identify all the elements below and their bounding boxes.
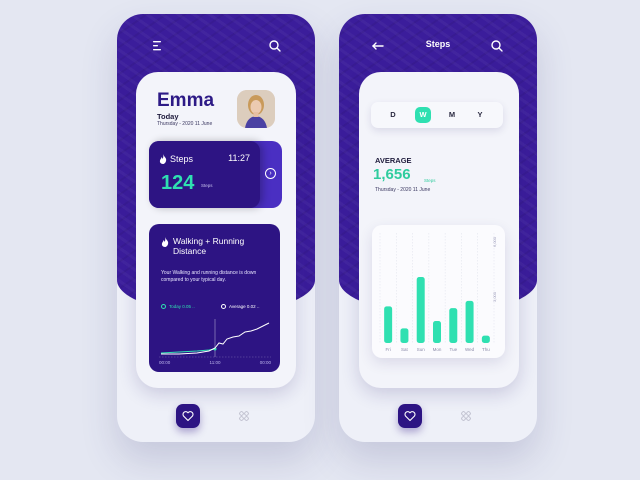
- bar-fri[interactable]: [384, 306, 393, 343]
- x-tick-label: Sat: [401, 347, 409, 352]
- avatar[interactable]: [237, 90, 275, 128]
- distance-line-chart: [159, 319, 271, 358]
- tab-month[interactable]: M: [444, 107, 460, 123]
- legend-today: Today 0.05 ..: [161, 304, 195, 309]
- today-label: Today: [157, 112, 179, 121]
- bar-thu[interactable]: [481, 335, 490, 343]
- y-tick-label: 3,000: [492, 291, 497, 302]
- legend-average: Average 0.02 ..: [221, 304, 259, 309]
- bar-wed[interactable]: [465, 300, 474, 343]
- x-tick: 00:00: [259, 360, 271, 365]
- x-tick-label: Mon: [433, 347, 442, 352]
- bar-sun[interactable]: [416, 277, 425, 343]
- tab-year[interactable]: Y: [472, 107, 488, 123]
- heart-tab-button[interactable]: [176, 404, 200, 428]
- x-tick: 11:00: [209, 360, 221, 365]
- bar-sat[interactable]: [400, 328, 409, 343]
- steps-label: Steps: [170, 154, 194, 164]
- bar-tue[interactable]: [449, 308, 458, 343]
- legend-average-label: Average 0.02 ..: [229, 304, 260, 309]
- grid-icon[interactable]: [239, 411, 249, 421]
- steps-card[interactable]: Steps 11:27 124 Steps ›: [149, 141, 282, 208]
- walk-card-title: Walking + Running Distance: [173, 236, 245, 256]
- steps-time: 11:27: [228, 153, 250, 163]
- avatar-photo: [237, 90, 275, 128]
- search-icon[interactable]: [267, 38, 283, 54]
- x-tick-label: Wed: [465, 347, 475, 352]
- average-unit: Steps: [424, 178, 436, 183]
- average-date: Thursday - 2020 11 June: [375, 187, 431, 193]
- legend-today-label: Today 0.05 ..: [169, 304, 195, 309]
- x-tick-label: Sun: [417, 347, 426, 352]
- y-tick-label: 6,000: [492, 236, 497, 247]
- heart-tab-button[interactable]: [398, 404, 422, 428]
- walking-running-card[interactable]: Walking + Running Distance Your Walking …: [149, 224, 280, 372]
- heart-icon: [404, 411, 416, 422]
- tab-week[interactable]: W: [415, 107, 431, 123]
- weekly-steps-bar-chart: 3,000 6,000 Fri Sat Sun Mon Tue Wed Thu: [379, 233, 497, 352]
- menu-icon[interactable]: [150, 38, 166, 54]
- bar-mon[interactable]: [433, 321, 441, 343]
- tab-day[interactable]: D: [385, 107, 401, 123]
- steps-value: 124: [161, 172, 195, 194]
- x-tick-label: Fri: [386, 347, 391, 352]
- average-value: 1,656: [373, 166, 411, 183]
- x-tick: 00:00: [159, 360, 171, 365]
- profile-name: Emma: [157, 90, 215, 111]
- steps-unit: Steps: [201, 183, 213, 188]
- phone-left: Emma Today Thursday - 2020 11 June Steps…: [117, 14, 315, 442]
- x-axis-ticks: 00:00 11:00 00:00: [159, 360, 271, 365]
- search-icon[interactable]: [489, 38, 505, 54]
- legend-average-dot: [221, 304, 226, 309]
- average-label: AVERAGE: [375, 156, 412, 165]
- profile-date: Thursday - 2020 11 June: [157, 121, 213, 127]
- legend-today-dot: [161, 304, 166, 309]
- steps-card-body: Steps 11:27 124 Steps: [149, 141, 260, 208]
- grid-icon[interactable]: [461, 411, 471, 421]
- x-tick-label: Thu: [482, 347, 490, 352]
- phone-right: Steps D W M Y AVERAGE 1,656 Steps Thursd…: [339, 14, 537, 442]
- flame-icon: [159, 154, 167, 164]
- x-tick-label: Tue: [449, 347, 457, 352]
- chevron-right-icon[interactable]: ›: [265, 168, 276, 179]
- period-selector: D W M Y: [371, 102, 503, 128]
- walk-card-description: Your Walking and running distance is dow…: [161, 270, 257, 283]
- heart-icon: [182, 411, 194, 422]
- header-title: Steps: [425, 39, 451, 49]
- weekly-steps-chart-card: 3,000 6,000 Fri Sat Sun Mon Tue Wed Thu: [372, 225, 505, 358]
- flame-icon: [161, 237, 169, 247]
